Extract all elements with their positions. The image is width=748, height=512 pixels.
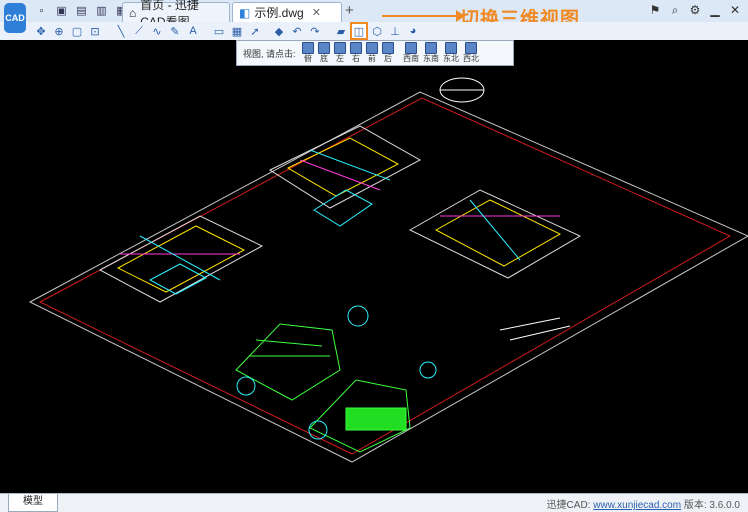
zoom-extents-icon[interactable]: ▢ <box>70 24 84 38</box>
version-label: 版本: <box>683 500 707 511</box>
floor-plan-right <box>408 189 582 279</box>
zoom-window-icon[interactable]: ⊡ <box>88 24 102 38</box>
redo-icon[interactable]: ↷ <box>308 24 322 38</box>
floor-plan-top <box>268 125 422 227</box>
version-value: 3.6.0.0 <box>709 500 740 511</box>
model-tab[interactable]: 模型 <box>8 494 58 512</box>
quick-access-toolbar: ▫ ▣ ▤ ▥ ▦ <box>34 3 129 19</box>
minimize-icon[interactable]: ▁ <box>708 3 722 17</box>
sheet-inner-border <box>38 97 732 455</box>
new-icon[interactable]: ▫ <box>34 3 49 18</box>
view-bottom-button[interactable]: 底 <box>317 42 331 64</box>
floor-plan-left <box>98 215 264 303</box>
view-panel-label: 视图, 请点击: <box>243 49 296 59</box>
undo-icon[interactable]: ↶ <box>290 24 304 38</box>
view-ne-button[interactable]: 东北 <box>441 42 461 64</box>
polyline-icon[interactable]: ⟋ <box>132 24 146 38</box>
title-block <box>499 317 571 341</box>
product-label: 迅捷CAD: <box>546 500 591 511</box>
3d-view-icon[interactable]: ◫ <box>350 22 368 40</box>
cad-drawing <box>28 77 748 463</box>
layer-icon[interactable]: ▰ <box>334 24 348 38</box>
title-bar: CAD ▫ ▣ ▤ ▥ ▦ ⌂ 首页 - 迅捷CAD看图 ◧ 示例.dwg ✕ … <box>0 0 748 33</box>
zoom-in-icon[interactable]: ⊕ <box>52 24 66 38</box>
zoom-icon[interactable]: ⌕ <box>668 3 682 17</box>
view-right-button[interactable]: 右 <box>349 42 363 64</box>
new-tab-button[interactable]: + <box>345 2 354 19</box>
status-bar: 模型 迅捷CAD: www.xunjiecad.com 版本: 3.6.0.0 <box>0 493 748 512</box>
axis-icon[interactable]: ⊥ <box>388 24 402 38</box>
curve-icon[interactable]: ∿ <box>150 24 164 38</box>
product-link[interactable]: www.xunjiecad.com <box>593 500 681 511</box>
sheet-outer-border <box>28 91 748 463</box>
home-icon: ⌂ <box>129 5 137 20</box>
window-controls: ⚑ ⌕ ⚙ ▁ ✕ <box>648 3 742 18</box>
close-icon[interactable]: ✕ <box>728 3 742 17</box>
text-icon[interactable]: A <box>186 24 200 38</box>
view-se-button[interactable]: 东南 <box>421 42 441 64</box>
gear-icon[interactable]: ⚙ <box>688 3 702 17</box>
tab-home[interactable]: ⌂ 首页 - 迅捷CAD看图 <box>122 0 230 29</box>
drawing-canvas[interactable] <box>0 40 748 493</box>
callout-arrow <box>382 10 465 22</box>
tab-drawing[interactable]: ◧ 示例.dwg ✕ <box>232 2 342 22</box>
view-nw-button[interactable]: 西北 <box>461 42 481 64</box>
flag-icon[interactable]: ⚑ <box>648 3 662 17</box>
rect-icon[interactable]: ▭ <box>212 24 226 38</box>
close-tab-icon[interactable]: ✕ <box>312 6 321 19</box>
color-wheel-icon[interactable]: ◕ <box>406 24 420 38</box>
cube-icon[interactable]: ⬡ <box>370 24 384 38</box>
pointer-icon[interactable]: ➚ <box>248 24 262 38</box>
status-info: 迅捷CAD: www.xunjiecad.com 版本: 3.6.0.0 <box>547 496 740 511</box>
tab-drawing-label: 示例.dwg <box>254 6 304 20</box>
view-top-button[interactable]: 俯 <box>301 42 315 64</box>
view-left-button[interactable]: 左 <box>333 42 347 64</box>
save-icon[interactable]: ▤ <box>74 3 89 18</box>
view-front-button[interactable]: 前 <box>365 42 379 64</box>
open-icon[interactable]: ▣ <box>54 3 69 18</box>
line-icon[interactable]: ╲ <box>114 24 128 38</box>
print-icon[interactable]: ▥ <box>94 3 109 18</box>
eraser-icon[interactable]: ◆ <box>272 24 286 38</box>
measure-icon[interactable]: ▦ <box>230 24 244 38</box>
view-panel: 视图, 请点击: 俯 底 左 右 前 后 西南 东南 东北 西北 <box>236 40 514 66</box>
dwg-file-icon: ◧ <box>239 5 251 20</box>
view-back-button[interactable]: 后 <box>381 42 395 64</box>
pan-icon[interactable]: ✥ <box>34 24 48 38</box>
north-arrow <box>439 77 485 103</box>
app-logo[interactable]: CAD <box>4 3 26 33</box>
pencil-icon[interactable]: ✎ <box>168 24 182 38</box>
main-toolbar: ✥ ⊕ ▢ ⊡ ╲ ⟋ ∿ ✎ A ▭ ▦ ➚ ◆ ↶ ↷ ▰ ◫ ⬡ ⊥ ◕ <box>0 22 748 41</box>
elevation-left <box>235 323 341 401</box>
view-sw-button[interactable]: 西南 <box>401 42 421 64</box>
